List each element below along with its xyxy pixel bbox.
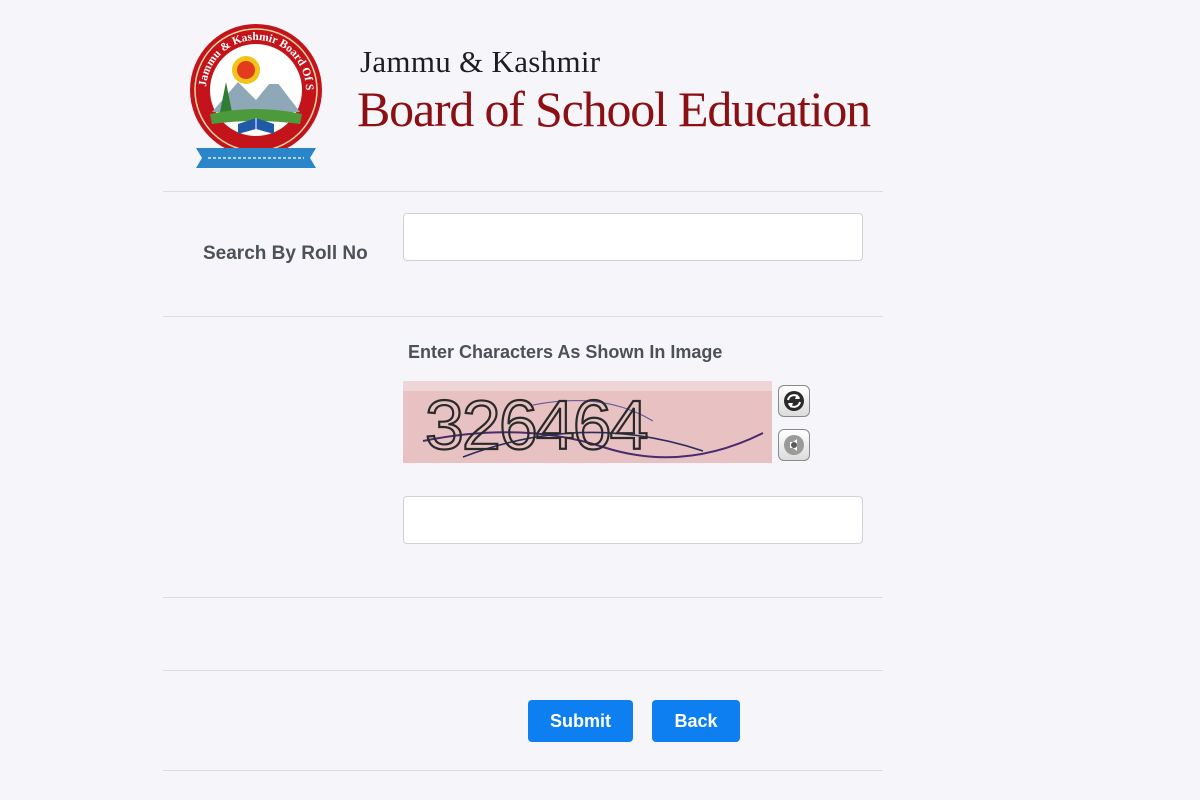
back-button[interactable]: Back	[652, 700, 740, 742]
roll-no-input[interactable]	[403, 213, 863, 261]
divider	[163, 770, 883, 771]
org-name-line1: Jammu & Kashmir	[360, 44, 601, 79]
captcha-image: 326464	[403, 381, 772, 463]
captcha-text: 326464	[425, 386, 647, 463]
captcha-label: Enter Characters As Shown In Image	[408, 342, 723, 362]
divider	[163, 670, 883, 671]
audio-icon[interactable]	[778, 429, 810, 461]
roll-no-label: Search By Roll No	[203, 243, 368, 264]
divider	[163, 191, 883, 192]
divider	[163, 597, 883, 598]
refresh-icon[interactable]	[778, 385, 810, 417]
jkbose-emblem-icon: Jammu & Kashmir Board Of School Educatio…	[182, 3, 326, 172]
result-search-page: Jammu & Kashmir Board Of School Educatio…	[0, 0, 1200, 800]
org-name-line2: Board of School Education	[357, 81, 871, 137]
captcha-input[interactable]	[403, 496, 863, 544]
submit-button[interactable]: Submit	[528, 700, 633, 742]
divider	[163, 316, 883, 317]
